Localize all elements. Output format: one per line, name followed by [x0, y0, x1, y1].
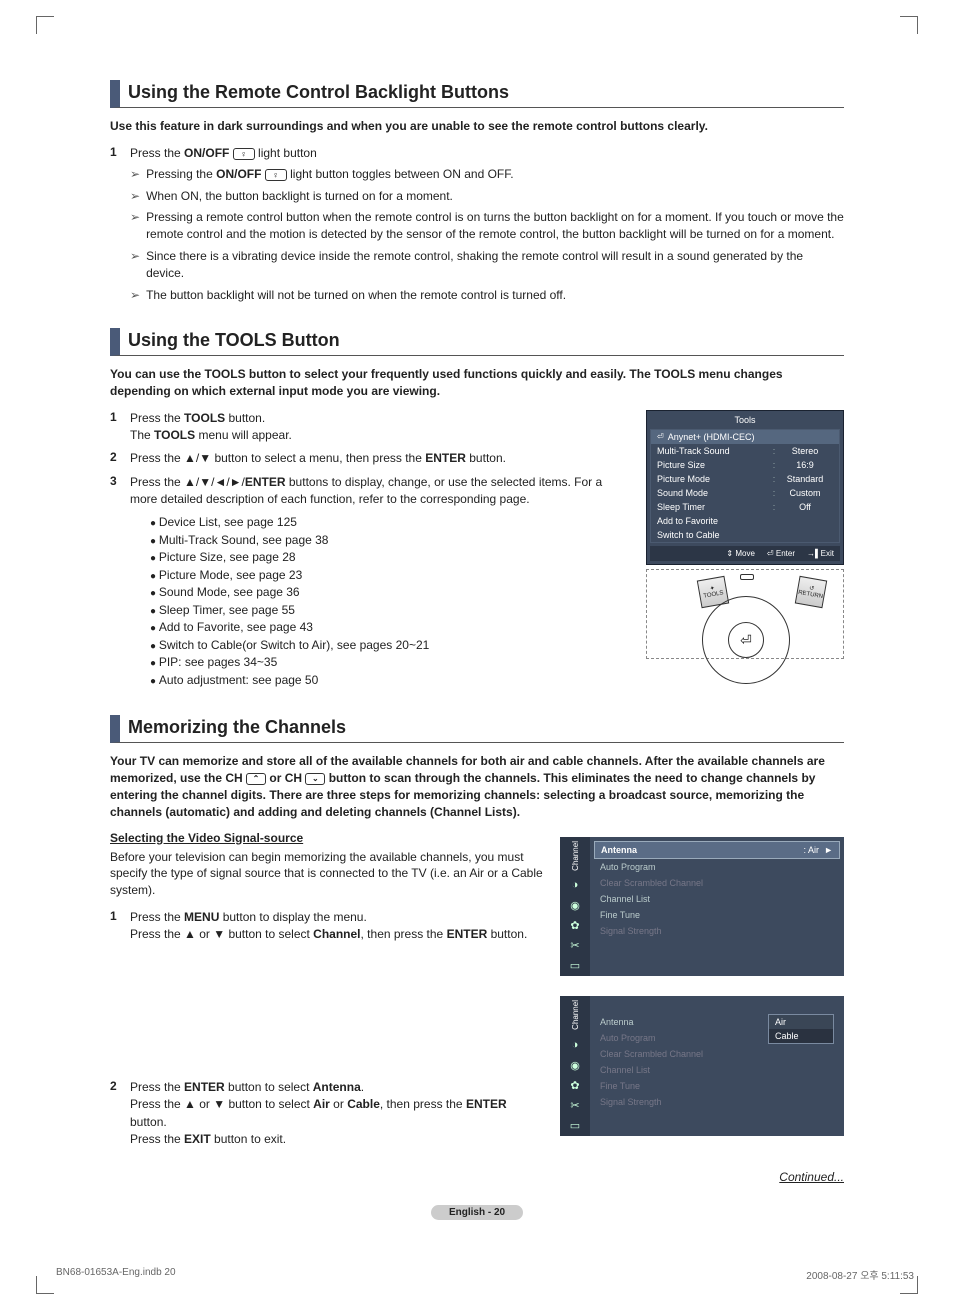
tools-osd: Tools ⏎ Anynet+ (HDMI-CEC) Multi-Track S…: [646, 410, 844, 565]
osd-row: Clear Scrambled Channel: [594, 1046, 840, 1062]
osd-side-label: Channel: [571, 841, 580, 871]
list-item: Device List, see page 125: [150, 514, 630, 532]
input-icon: ▭: [568, 1119, 582, 1133]
step-body: Press the TOOLS button. The TOOLS menu w…: [130, 410, 630, 445]
crop-mark: [900, 16, 918, 34]
doc-file: BN68-01653A-Eng.indb 20: [56, 1267, 176, 1282]
crop-mark: [36, 1276, 54, 1294]
list-item: Picture Size, see page 28: [150, 549, 630, 567]
section-title: Memorizing the Channels: [110, 715, 844, 743]
channel-osd-1: Channel ◑ ◉ ✿ ✂ ▭ Antenna : Air ► Auto P…: [560, 837, 844, 977]
step-body: Press the MENU button to display the men…: [130, 909, 544, 1073]
osd-footer: ⇕ Move ⏎ Enter →▌Exit: [650, 546, 840, 561]
list-item: Auto adjustment: see page 50: [150, 672, 630, 690]
osd-row: Channel List: [594, 1062, 840, 1078]
osd-row: Sound Mode:Custom: [651, 486, 839, 500]
osd-side-label: Channel: [571, 1000, 580, 1030]
note-item: Since there is a vibrating device inside…: [130, 248, 844, 283]
print-meta: BN68-01653A-Eng.indb 20 2008-08-27 오후 5:…: [56, 1267, 914, 1282]
setup-icon: ✂: [568, 1099, 582, 1113]
step-number: 2: [110, 1079, 130, 1149]
channel-icon: ✿: [568, 1079, 582, 1093]
page-footer: English - 20: [110, 1204, 844, 1220]
osd-row: Signal Strength: [594, 1094, 840, 1110]
osd-row: Multi-Track Sound:Stereo: [651, 444, 839, 458]
list-item: Add to Favorite, see page 43: [150, 619, 630, 637]
sound-icon: ◉: [568, 899, 582, 913]
enter-button-icon: ⏎: [728, 622, 764, 658]
step-number: 1: [110, 410, 130, 445]
enter-icon: ⏎: [657, 432, 664, 441]
sub-heading: Selecting the Video Signal-source: [110, 831, 544, 845]
picture-icon: ◑: [568, 1039, 582, 1053]
step-number: 1: [110, 145, 130, 308]
osd-row: Clear Scrambled Channel: [594, 875, 840, 891]
note-item: When ON, the button backlight is turned …: [130, 188, 844, 205]
step-number: 3: [110, 474, 130, 690]
osd-row: Auto Program: [594, 859, 840, 875]
osd-highlight-row: ⏎ Anynet+ (HDMI-CEC): [651, 430, 839, 444]
note-item: Pressing the ON/OFF ♀ light button toggl…: [130, 166, 844, 183]
osd-row: Signal Strength: [594, 923, 840, 939]
crop-mark: [36, 16, 54, 34]
channel-osd-2: Channel ◑ ◉ ✿ ✂ ▭ Antenna Air C: [560, 996, 844, 1136]
osd-row: Channel List: [594, 891, 840, 907]
dropdown-item: Cable: [769, 1029, 833, 1043]
osd-row: Antenna Air Cable: [594, 1014, 840, 1030]
channel-icon: ✿: [568, 919, 582, 933]
setup-icon: ✂: [568, 939, 582, 953]
note-item: The button backlight will not be turned …: [130, 287, 844, 304]
note-item: Pressing a remote control button when th…: [130, 209, 844, 244]
section-intro: Use this feature in dark surroundings an…: [110, 118, 844, 135]
remote-diagram: ✦TOOLS ↺RETURN ⏎: [646, 569, 844, 659]
section-title: Using the Remote Control Backlight Butto…: [110, 80, 844, 108]
step-number: 2: [110, 450, 130, 467]
dropdown: Air Cable: [768, 1014, 834, 1044]
enter-hint: ⏎ Enter: [767, 549, 795, 558]
section-backlight: Using the Remote Control Backlight Butto…: [110, 80, 844, 308]
osd-row: Picture Mode:Standard: [651, 472, 839, 486]
osd-row: Fine Tune: [594, 907, 840, 923]
list-item: Picture Mode, see page 23: [150, 567, 630, 585]
section-intro: Your TV can memorize and store all of th…: [110, 753, 844, 820]
doc-timestamp: 2008-08-27 오후 5:11:53: [806, 1267, 914, 1282]
feature-list: Device List, see page 125 Multi-Track So…: [150, 514, 630, 689]
section-channels: Memorizing the Channels Your TV can memo…: [110, 715, 844, 1184]
osd-row: Fine Tune: [594, 1078, 840, 1094]
osd-row: Picture Size:16:9: [651, 458, 839, 472]
section-title: Using the TOOLS Button: [110, 328, 844, 356]
move-hint: ⇕ Move: [726, 549, 755, 558]
dropdown-item: Air: [769, 1015, 833, 1029]
list-item: PIP: see pages 34~35: [150, 654, 630, 672]
ch-up-icon: ⌃: [246, 773, 266, 785]
list-item: Multi-Track Sound, see page 38: [150, 532, 630, 550]
list-item: Sound Mode, see page 36: [150, 584, 630, 602]
osd-title: Tools: [647, 411, 843, 429]
ch-down-icon: ⌄: [305, 773, 325, 785]
osd-row: Add to Favorite: [651, 514, 839, 528]
picture-icon: ◑: [568, 879, 582, 893]
list-item: Switch to Cable(or Switch to Air), see p…: [150, 637, 630, 655]
light-icon: ♀: [233, 148, 255, 160]
step-body: Press the ▲/▼ button to select a menu, t…: [130, 450, 630, 467]
input-icon: ▭: [568, 959, 582, 973]
return-button-icon: ↺RETURN: [795, 575, 827, 607]
section-tools: Using the TOOLS Button You can use the T…: [110, 328, 844, 696]
osd-row: Switch to Cable: [651, 528, 839, 542]
step-body: Press the ENTER button to select Antenna…: [130, 1079, 544, 1149]
exit-hint: →▌Exit: [807, 549, 834, 558]
list-item: Sleep Timer, see page 55: [150, 602, 630, 620]
sub-paragraph: Before your television can begin memoriz…: [110, 849, 544, 899]
step-number: 1: [110, 909, 130, 1073]
osd-row: Sleep Timer:Off: [651, 500, 839, 514]
page-number: English - 20: [431, 1205, 523, 1220]
step-body: Press the ▲/▼/◄/►/ENTER buttons to displ…: [130, 474, 630, 690]
sound-icon: ◉: [568, 1059, 582, 1073]
osd-highlight-row: Antenna : Air ►: [594, 841, 840, 859]
section-intro: You can use the TOOLS button to select y…: [110, 366, 844, 400]
step-body: Press the ON/OFF ♀ light button Pressing…: [130, 145, 844, 308]
light-icon: ♀: [265, 169, 287, 181]
continued-label: Continued...: [110, 1170, 844, 1184]
